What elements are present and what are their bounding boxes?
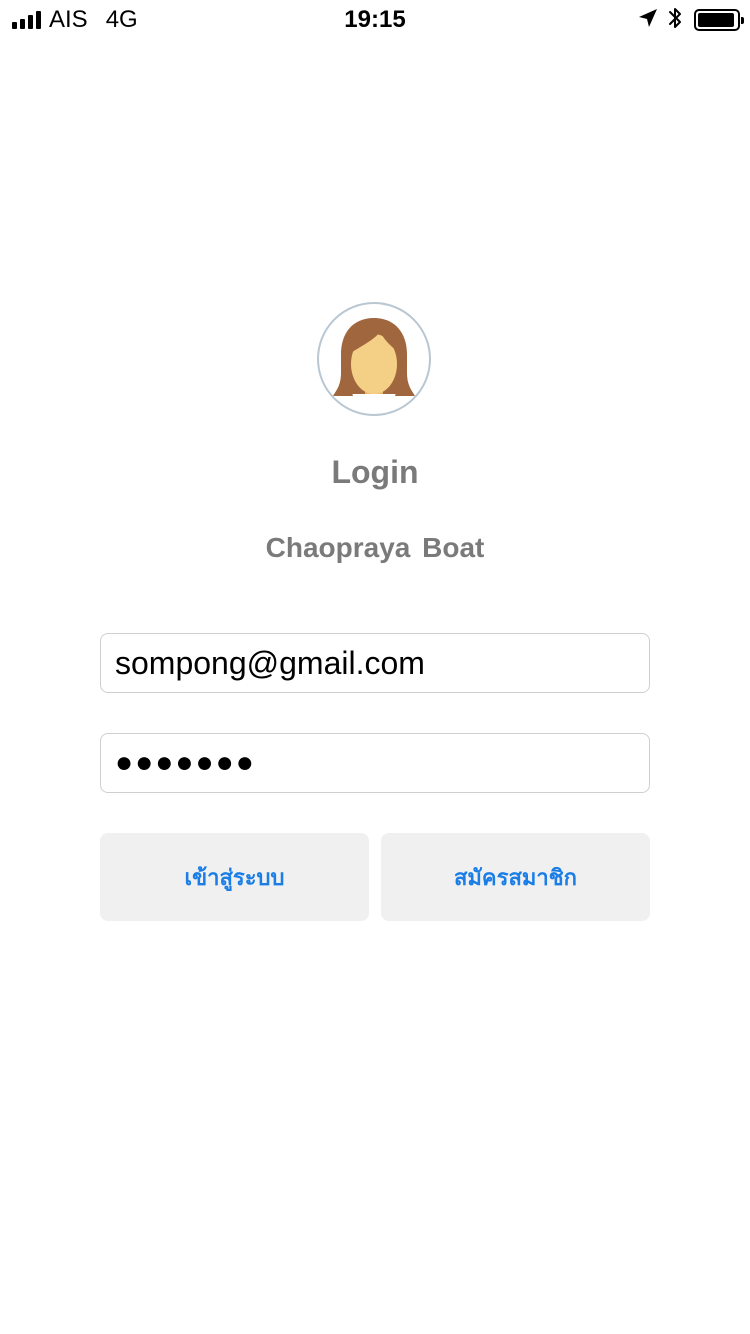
register-button[interactable]: สมัครสมาชิก [381,833,650,921]
login-screen: AIS 4G 19:15 Login Chaopraya Boat sompon… [0,0,750,1334]
email-field[interactable] [100,633,650,693]
login-button-label: เข้าสู่ระบบ [184,865,285,891]
bluetooth-icon [668,6,682,35]
password-dots: ●●●●●●● [115,746,256,779]
location-arrow-icon [638,8,658,33]
status-bar-right [628,6,744,35]
password-field[interactable]: ●●●●●●● [100,733,650,793]
battery-icon [694,9,744,31]
page-title: Login [331,454,419,490]
register-button-label: สมัครสมาชิก [454,865,577,891]
login-button[interactable]: เข้าสู่ระบบ [100,833,369,921]
female-avatar-icon [317,302,431,416]
app-name: Chaopraya Boat [265,532,485,563]
status-bar: AIS 4G 19:15 [0,0,750,40]
